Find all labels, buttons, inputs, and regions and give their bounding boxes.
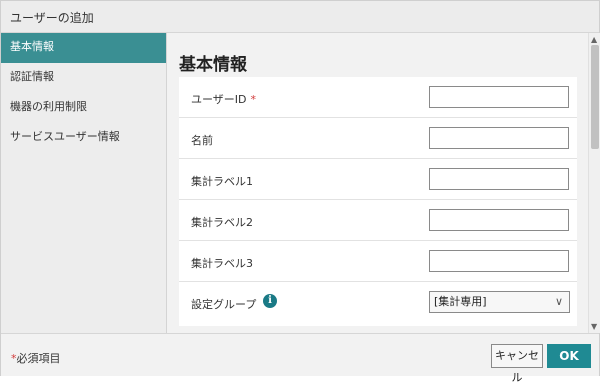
dialog-titlebar: ユーザーの追加 bbox=[1, 1, 599, 33]
scroll-up-arrow-icon[interactable]: ▲ bbox=[591, 35, 597, 44]
form-row-setting-group: 設定グループ i [集計専用] ∨ bbox=[179, 282, 577, 323]
setting-group-select[interactable]: [集計専用] ∨ bbox=[429, 291, 570, 313]
form-row-name: 名前 bbox=[179, 118, 577, 159]
section-title: 基本情報 bbox=[179, 55, 247, 75]
name-input[interactable] bbox=[429, 127, 569, 149]
dialog-footer: *必須項目 キャンセル OK bbox=[1, 333, 599, 384]
user-id-input[interactable] bbox=[429, 86, 569, 108]
required-mark: * bbox=[250, 93, 257, 106]
main-content: 基本情報 ユーザーID * 名前 集計ラベル1 集計ラベル2 集計ラベル3 設定… bbox=[168, 33, 588, 326]
sidebar-item-service-user-info[interactable]: サービスユーザー情報 bbox=[1, 123, 166, 153]
add-user-dialog: ユーザーの追加 基本情報 認証情報 機器の利用制限 サービスユーザー情報 基本情… bbox=[0, 0, 600, 384]
user-id-label: ユーザーID * bbox=[191, 93, 257, 106]
sidebar-item-auth-info[interactable]: 認証情報 bbox=[1, 63, 166, 93]
setting-group-selected-value: [集計専用] bbox=[434, 295, 487, 308]
scroll-down-arrow-icon[interactable]: ▼ bbox=[591, 322, 597, 331]
form-row-agg-label-1: 集計ラベル1 bbox=[179, 159, 577, 200]
scrollbar-thumb[interactable] bbox=[591, 45, 599, 149]
required-note: *必須項目 bbox=[11, 352, 61, 365]
chevron-down-icon: ∨ bbox=[554, 295, 563, 308]
vertical-scrollbar[interactable]: ▲ ▼ bbox=[588, 33, 600, 333]
agg-label-2-input[interactable] bbox=[429, 209, 569, 231]
name-label: 名前 bbox=[191, 134, 213, 147]
agg-label-3-label: 集計ラベル3 bbox=[191, 257, 253, 270]
form-row-agg-label-3: 集計ラベル3 bbox=[179, 241, 577, 282]
agg-label-3-input[interactable] bbox=[429, 250, 569, 272]
sidebar-item-basic-info[interactable]: 基本情報 bbox=[1, 33, 166, 63]
ok-button[interactable]: OK bbox=[547, 344, 591, 368]
form-card: ユーザーID* 名前 集計ラベル1 集計ラベル2 集計ラベル3 設定グループ bbox=[179, 77, 577, 326]
sidebar: 基本情報 認証情報 機器の利用制限 サービスユーザー情報 bbox=[1, 33, 167, 333]
dialog-title: ユーザーの追加 bbox=[10, 11, 94, 25]
info-icon[interactable]: i bbox=[263, 294, 277, 308]
agg-label-2-label: 集計ラベル2 bbox=[191, 216, 253, 229]
agg-label-1-label: 集計ラベル1 bbox=[191, 175, 253, 188]
cancel-button[interactable]: キャンセル bbox=[491, 344, 543, 384]
sidebar-item-device-restriction[interactable]: 機器の利用制限 bbox=[1, 93, 166, 123]
setting-group-label: 設定グループ bbox=[191, 298, 257, 311]
agg-label-1-input[interactable] bbox=[429, 168, 569, 190]
form-row-agg-label-2: 集計ラベル2 bbox=[179, 200, 577, 241]
form-row-user-id: ユーザーID * bbox=[179, 77, 577, 118]
